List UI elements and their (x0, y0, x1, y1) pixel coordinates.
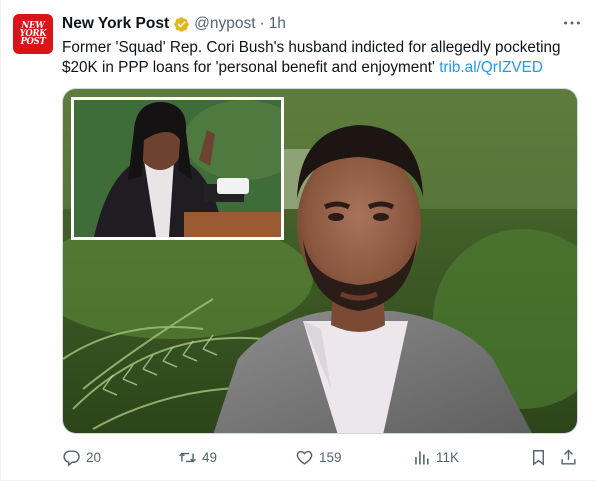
bookmark-button[interactable] (529, 444, 553, 470)
tweet-card[interactable]: NEW YORK POST New York Post @nypost · 1h… (0, 0, 596, 481)
verified-badge-icon[interactable] (173, 16, 190, 33)
tweet-link[interactable]: trib.al/QrIZVED (439, 59, 543, 76)
views-icon (415, 450, 429, 465)
reply-icon (63, 449, 80, 466)
tweet-actions: 20 49 159 11K (1, 444, 596, 472)
repost-count: 49 (202, 449, 218, 465)
view-count: 11K (436, 449, 460, 465)
reply-button[interactable]: 20 (62, 444, 101, 470)
inset-photo (71, 97, 284, 240)
repost-button[interactable]: 49 (178, 444, 217, 470)
author-handle[interactable]: @nypost (194, 15, 255, 33)
bookmark-icon (533, 449, 544, 466)
like-button[interactable]: 159 (295, 444, 342, 470)
header-separator: · (259, 15, 265, 32)
tweet-header: New York Post @nypost · 1h (62, 13, 286, 35)
reply-count: 20 (86, 449, 102, 465)
tweet-media[interactable] (62, 88, 578, 434)
heart-icon (296, 450, 313, 465)
repost-icon (179, 452, 196, 462)
new-york-post-avatar[interactable]: NEW YORK POST (13, 14, 53, 54)
author-name[interactable]: New York Post (62, 15, 169, 33)
share-icon (561, 448, 576, 465)
inset-photo-image (74, 100, 281, 237)
share-button[interactable] (559, 444, 583, 470)
like-count: 159 (319, 449, 342, 465)
tweet-timestamp[interactable]: 1h (269, 15, 286, 33)
views-button[interactable]: 11K (412, 444, 459, 470)
tweet-text: Former 'Squad' Rep. Cori Bush's husband … (62, 38, 582, 78)
more-options-icon[interactable] (561, 12, 583, 34)
avatar-logo-line-3: POST (20, 36, 46, 48)
